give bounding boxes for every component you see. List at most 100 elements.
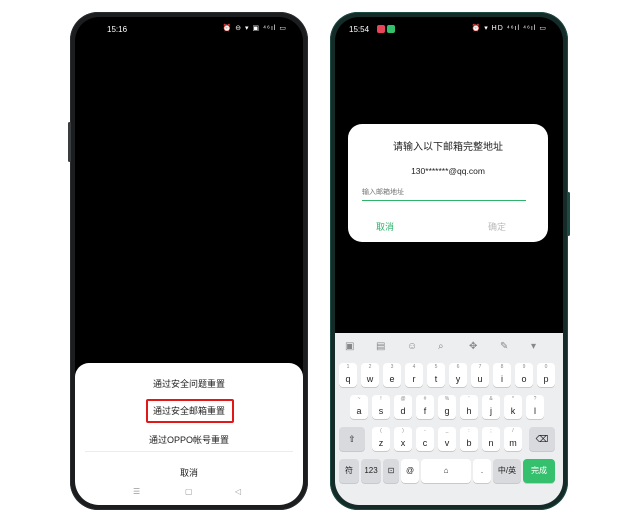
key-hint: 8 (500, 364, 504, 370)
shift-key[interactable]: ⇧ (339, 427, 365, 451)
key-hint: 2 (368, 364, 372, 370)
key-hint: & (489, 396, 493, 402)
key-q[interactable]: 1q (339, 363, 357, 387)
key-label: o (521, 374, 527, 384)
key-label: s (378, 406, 384, 416)
key-label: l (534, 406, 536, 416)
move-icon[interactable]: ✥ (469, 341, 477, 352)
key-f[interactable]: # f (416, 395, 434, 419)
key-t[interactable]: 5t (427, 363, 445, 387)
email-input[interactable] (362, 184, 526, 201)
key-label: p (543, 374, 549, 384)
key-l[interactable]: ? l (526, 395, 544, 419)
nav-bar: ☰ ▢ ◁ (75, 487, 303, 499)
key-label: r (412, 374, 416, 384)
key-u[interactable]: 7u (471, 363, 489, 387)
key-label: d (400, 406, 406, 416)
period-key[interactable]: . (473, 459, 491, 483)
handwriting-icon[interactable]: ✎ (500, 341, 508, 352)
key-o[interactable]: 9o (515, 363, 533, 387)
status-time: 15:16 (107, 25, 128, 34)
status-time: 15:54 (349, 25, 370, 34)
key-hint: _ (445, 428, 449, 434)
collapse-icon[interactable]: ▾ (531, 341, 536, 352)
key-m[interactable]: / m (504, 427, 522, 451)
key-label: v (444, 438, 450, 448)
key-x[interactable]: ) x (394, 427, 412, 451)
status-icons: ⏰ ▾ HD ⁴⁶ıl ⁴⁶ıl ▭ (471, 25, 547, 32)
key-e[interactable]: 3e (383, 363, 401, 387)
key-hint: 7 (478, 364, 482, 370)
status-bar: 15:54 ⏰ ▾ HD ⁴⁶ıl ⁴⁶ıl ▭ (335, 17, 563, 39)
reset-options-sheet: 通过安全问题重置 通过安全邮箱重置 通过OPPO帐号重置 取消 ☰ ▢ ◁ (75, 363, 303, 505)
back-icon[interactable]: ◁ (235, 487, 241, 496)
key-hint: 9 (522, 364, 526, 370)
delete-key[interactable]: ⌫ (529, 427, 555, 451)
volume-button (68, 122, 71, 162)
key-s[interactable]: ! s (372, 395, 390, 419)
right-screen: 15:54 ⏰ ▾ HD ⁴⁶ıl ⁴⁶ıl ▭ 请输入以下邮箱完整地址 130… (335, 17, 563, 505)
menu-icon[interactable]: ☰ (133, 487, 140, 496)
language-switch-key[interactable]: 中/英 (493, 459, 521, 483)
option-security-email[interactable]: 通过安全邮箱重置 (75, 404, 303, 417)
left-phone: 15:16 ⏰ ⊖ ▾ ▣ ⁴⁶ıl ▭ 通过安全问题重置 通过安全邮箱重置 通… (68, 12, 308, 510)
key-z[interactable]: (z (372, 427, 390, 451)
key-i[interactable]: 8i (493, 363, 511, 387)
search-icon[interactable]: ⌕ (438, 341, 444, 352)
home-icon[interactable]: ▢ (185, 487, 193, 496)
key-r[interactable]: 4r (405, 363, 423, 387)
dialog-cancel-button[interactable]: 取消 (376, 220, 394, 233)
key-hint: ) (402, 428, 404, 434)
done-key[interactable]: 完成 (523, 459, 555, 483)
at-key[interactable]: @ (401, 459, 419, 483)
key-label: n (488, 438, 494, 448)
numbers-key[interactable]: 123 (361, 459, 381, 483)
key-label: i (501, 374, 503, 384)
key-a[interactable]: ~ a (350, 395, 368, 419)
key-label: z (378, 438, 384, 448)
emoji-icon[interactable]: ☺ (407, 341, 417, 352)
key-n[interactable]: ; n (482, 427, 500, 451)
key-hint: # (423, 396, 427, 402)
key-hint: : (468, 428, 470, 434)
key-hint: 0 (544, 364, 548, 370)
key-h[interactable]: ' h (460, 395, 478, 419)
status-icons: ⏰ ⊖ ▾ ▣ ⁴⁶ıl ▭ (222, 25, 287, 32)
key-w[interactable]: 2w (361, 363, 379, 387)
clipboard-icon[interactable]: ▣ (345, 341, 354, 352)
key-g[interactable]: % g (438, 395, 456, 419)
key-b[interactable]: :b (460, 427, 478, 451)
key-hint: ; (490, 428, 492, 434)
space-key[interactable]: ⌂ (421, 459, 471, 483)
key-d[interactable]: @ d (394, 395, 412, 419)
key-hint: ( (380, 428, 382, 434)
key-hint: - (424, 428, 426, 434)
key-hint: * (512, 396, 514, 402)
key-v[interactable]: _ v (438, 427, 456, 451)
key-label: f (423, 406, 427, 416)
key-label: q (345, 374, 351, 384)
dialog-confirm-button[interactable]: 确定 (488, 220, 506, 233)
key-k[interactable]: * k (504, 395, 522, 419)
key-j[interactable]: & j (482, 395, 500, 419)
option-security-question[interactable]: 通过安全问题重置 (75, 377, 303, 390)
key-label: j (490, 406, 492, 416)
key-label: e (389, 374, 395, 384)
key-p[interactable]: 0p (537, 363, 555, 387)
emoji-key[interactable]: ⊡ (383, 459, 399, 483)
key-hint: ? (533, 396, 537, 402)
key-hint: 5 (434, 364, 438, 370)
symbol-key[interactable]: 符 (339, 459, 359, 483)
keyboard-icon[interactable]: ▤ (376, 341, 385, 352)
key-label: w (366, 374, 374, 384)
status-bar: 15:16 ⏰ ⊖ ▾ ▣ ⁴⁶ıl ▭ (75, 17, 303, 39)
key-c[interactable]: -c (416, 427, 434, 451)
option-oppo-account[interactable]: 通过OPPO帐号重置 (75, 433, 303, 446)
power-button (567, 192, 570, 236)
masked-email: 130*******@qq.com (411, 166, 485, 176)
cancel-button[interactable]: 取消 (75, 466, 303, 479)
key-hint: % (444, 396, 450, 402)
key-label: u (477, 374, 483, 384)
key-label: t (434, 374, 438, 384)
key-y[interactable]: 6y (449, 363, 467, 387)
